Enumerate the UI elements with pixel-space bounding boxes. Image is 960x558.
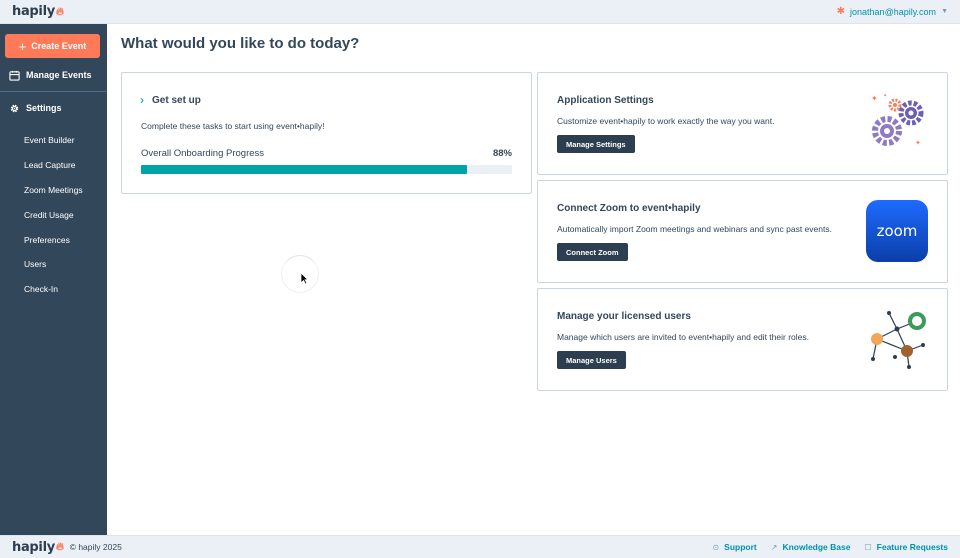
external-link-icon: ↗: [770, 542, 778, 552]
zoom-logo: zoom: [866, 200, 928, 262]
sidebar-divider: [0, 91, 107, 92]
plus-icon: +: [18, 38, 27, 54]
sidebar-item-event-builder[interactable]: Event Builder: [24, 128, 83, 153]
flame-icon: 🔥︎: [55, 4, 64, 18]
user-email: jonathan@hapily.com: [850, 6, 937, 17]
sidebar-item-credit-usage[interactable]: Credit Usage: [24, 202, 83, 227]
svg-text:✦: ✦: [915, 139, 921, 147]
feature-requests-link[interactable]: ☐ Feature Requests: [864, 542, 948, 552]
setup-description: Complete these tasks to start using even…: [141, 121, 325, 131]
settings-label: Settings: [26, 103, 62, 113]
lightbulb-icon: ☐: [864, 542, 872, 552]
sidebar: + Create Event Manage Events Settings Ev…: [0, 24, 107, 535]
main-content: What would you like to do today? › Get s…: [107, 24, 960, 535]
get-set-up-card: › Get set up Complete these tasks to sta…: [121, 72, 532, 194]
gears-icon: ✦ ✦ ✦: [871, 93, 924, 147]
user-menu[interactable]: ✱ jonathan@hapily.com ▼: [837, 6, 948, 17]
zoom-logo-text: zoom: [877, 222, 918, 240]
page-title: What would you like to do today?: [121, 35, 360, 52]
support-link[interactable]: ⊙ Support: [712, 542, 756, 552]
chevron-down-icon: ▼: [941, 8, 948, 15]
create-event-label: Create Event: [31, 41, 87, 51]
sidebar-item-zoom-meetings[interactable]: Zoom Meetings: [24, 178, 83, 203]
sidebar-item-users[interactable]: Users: [24, 252, 83, 277]
card-description: Customize event•hapily to work exactly t…: [557, 116, 775, 126]
calendar-icon: [9, 70, 20, 81]
hapily-logo[interactable]: hapily 🔥︎: [12, 4, 64, 19]
feature-requests-label: Feature Requests: [876, 542, 948, 552]
connect-zoom-card: Connect Zoom to event•hapily Automatical…: [537, 180, 948, 283]
manage-events-label: Manage Events: [26, 70, 92, 80]
hubspot-sprocket-icon: ✱: [836, 6, 846, 17]
svg-text:✦: ✦: [883, 93, 887, 99]
footer-logo-text: hapily: [12, 539, 55, 555]
sidebar-item-settings[interactable]: Settings: [0, 97, 107, 119]
card-title: Manage your licensed users: [557, 311, 691, 322]
card-description: Automatically import Zoom meetings and w…: [557, 224, 832, 234]
svg-text:✦: ✦: [871, 94, 878, 103]
logo-text: hapily: [12, 4, 55, 19]
connect-zoom-button[interactable]: Connect Zoom: [557, 243, 628, 261]
copyright: © hapily 2025: [69, 542, 122, 552]
top-bar: hapily 🔥︎ ✱ jonathan@hapily.com ▼: [0, 0, 960, 24]
sidebar-item-manage-events[interactable]: Manage Events: [0, 64, 107, 86]
progress-percent: 88%: [492, 148, 512, 159]
get-set-up-heading: Get set up: [152, 94, 201, 106]
card-title: Connect Zoom to event•hapily: [557, 203, 701, 214]
gear-icon: [10, 104, 19, 112]
users-network-icon: [871, 311, 926, 369]
manage-users-card: Manage your licensed users Manage which …: [537, 288, 948, 391]
sidebar-item-check-in[interactable]: Check-In: [24, 277, 83, 302]
progress-fill: [141, 165, 468, 174]
footer-hapily-logo: hapily 🔥︎: [12, 540, 64, 555]
manage-settings-button[interactable]: Manage Settings: [557, 135, 635, 153]
flame-icon: 🔥︎: [55, 540, 64, 553]
sidebar-item-preferences[interactable]: Preferences: [24, 227, 83, 252]
card-title: Application Settings: [557, 95, 654, 106]
support-label: Support: [724, 542, 757, 552]
knowledge-base-label: Knowledge Base: [782, 542, 851, 552]
create-event-button[interactable]: + Create Event: [5, 34, 100, 58]
onboarding-progress-bar: [141, 165, 512, 174]
settings-subnav: Event Builder Lead Capture Zoom Meetings…: [24, 128, 83, 302]
mouse-cursor-icon: [300, 272, 309, 285]
card-description: Manage which users are invited to event•…: [557, 332, 809, 342]
footer: hapily 🔥︎ © hapily 2025 ⊙ Support ↗ Knowl…: [0, 535, 960, 558]
manage-users-button[interactable]: Manage Users: [557, 351, 626, 369]
get-set-up-toggle[interactable]: › Get set up: [140, 93, 201, 107]
knowledge-base-link[interactable]: ↗ Knowledge Base: [771, 542, 851, 552]
help-icon: ⊙: [712, 542, 720, 552]
chevron-right-icon: ›: [140, 93, 144, 107]
sidebar-item-lead-capture[interactable]: Lead Capture: [24, 153, 83, 178]
application-settings-card: Application Settings Customize event•hap…: [537, 72, 948, 175]
progress-label: Overall Onboarding Progress: [141, 148, 265, 159]
